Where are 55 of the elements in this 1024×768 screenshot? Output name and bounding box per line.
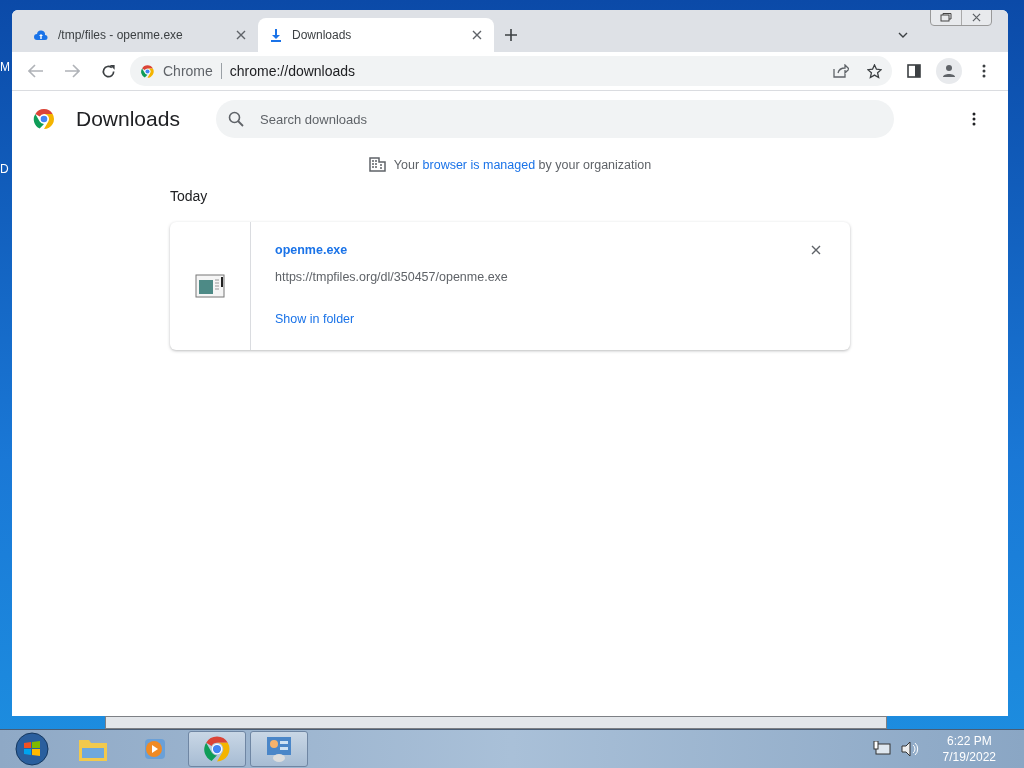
cloud-upload-icon bbox=[34, 30, 48, 40]
source-url: https://tmpfiles.org/dl/350457/openme.exe bbox=[275, 270, 509, 284]
desktop-icon-label: M bbox=[0, 60, 10, 74]
profile-button[interactable] bbox=[936, 58, 962, 84]
share-icon bbox=[833, 64, 849, 78]
download-icon bbox=[270, 28, 282, 42]
search-icon bbox=[228, 111, 244, 127]
browser-tab[interactable]: /tmp/files - openme.exe bbox=[22, 18, 258, 52]
browser-tab[interactable]: Downloads bbox=[258, 18, 494, 52]
date-heading: Today bbox=[170, 188, 209, 204]
page-title: Downloads bbox=[76, 107, 181, 131]
file-name-link[interactable]: openme.exe bbox=[275, 243, 348, 257]
managed-notice: Your browser is managed by your organization bbox=[393, 157, 652, 172]
clock-time: 6:22 PM bbox=[946, 734, 992, 748]
desktop-icon-label: D bbox=[0, 162, 9, 176]
chrome-logo-icon bbox=[140, 63, 155, 79]
more-vertical-icon bbox=[982, 64, 986, 78]
star-icon bbox=[867, 63, 882, 79]
close-icon bbox=[972, 12, 981, 22]
chrome-logo-icon bbox=[32, 107, 56, 131]
speaker-icon bbox=[900, 741, 919, 757]
person-icon bbox=[942, 64, 956, 78]
share-button[interactable] bbox=[833, 64, 849, 78]
more-vertical-icon bbox=[972, 112, 976, 126]
taskbar-app-button[interactable] bbox=[250, 731, 308, 767]
play-icon bbox=[142, 736, 168, 762]
window-file-icon bbox=[195, 274, 225, 298]
site-chip: Chrome bbox=[163, 63, 222, 79]
tab-close-button[interactable] bbox=[472, 30, 482, 40]
managed-link[interactable]: browser is managed bbox=[422, 157, 536, 172]
side-panel-icon bbox=[907, 64, 921, 78]
close-icon bbox=[472, 30, 482, 40]
forward-arrow-icon bbox=[64, 64, 80, 78]
close-icon bbox=[811, 245, 821, 255]
building-icon bbox=[368, 157, 386, 172]
tab-title: /tmp/files - openme.exe bbox=[58, 28, 184, 42]
tab-title: Downloads bbox=[292, 28, 353, 42]
chrome-icon bbox=[202, 734, 232, 764]
windows-orb-icon bbox=[15, 732, 49, 766]
show-in-folder-link[interactable]: Show in folder bbox=[275, 312, 355, 326]
control-panel-icon bbox=[265, 735, 293, 763]
tab-close-button[interactable] bbox=[236, 30, 246, 40]
close-icon bbox=[236, 30, 246, 40]
restore-icon bbox=[940, 12, 952, 22]
search-field[interactable]: Search downloads bbox=[216, 100, 894, 138]
address-bar[interactable]: Chrome chrome://downloads bbox=[130, 56, 892, 86]
bookmark-button[interactable] bbox=[867, 63, 882, 79]
clock-date: 7/19/2022 bbox=[942, 750, 996, 764]
url-text: chrome://downloads bbox=[229, 63, 356, 79]
taskbar-app-button[interactable] bbox=[188, 731, 246, 767]
back-arrow-icon bbox=[28, 64, 44, 78]
plus-icon bbox=[504, 28, 518, 42]
chevron-down-icon bbox=[898, 32, 908, 38]
network-icon bbox=[872, 741, 891, 757]
reload-icon bbox=[100, 63, 116, 79]
